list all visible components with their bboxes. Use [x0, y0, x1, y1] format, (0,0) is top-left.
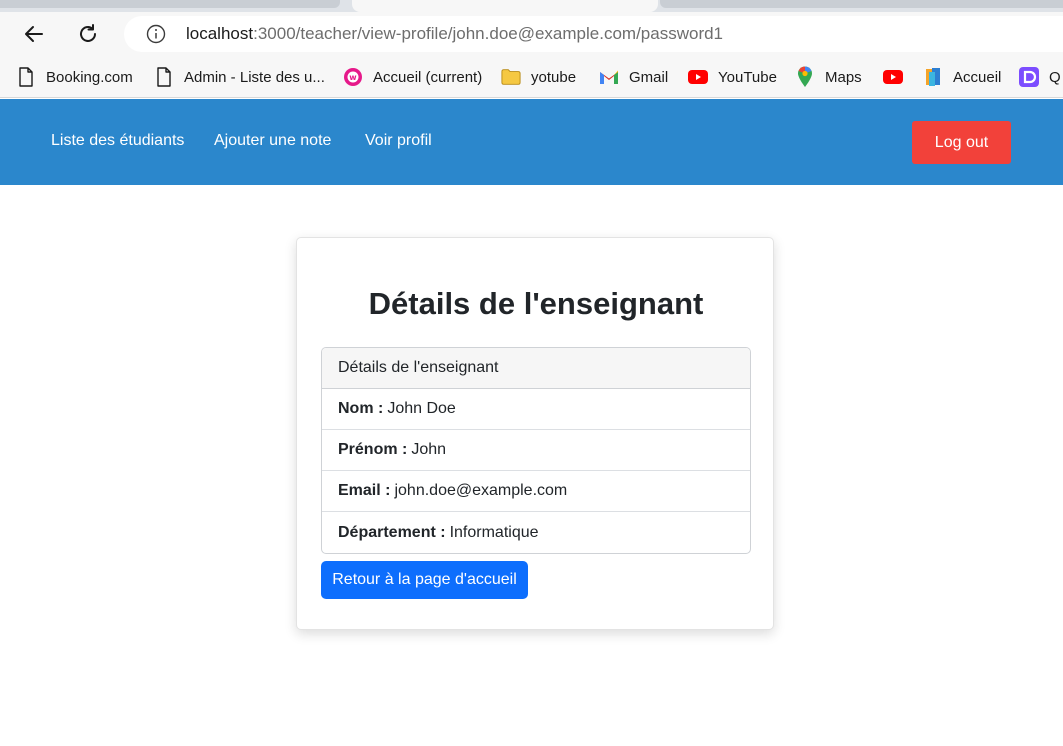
field-value: John Doe — [387, 400, 456, 417]
bookmark-accueil[interactable]: Accueil — [923, 66, 1001, 88]
youtube-icon — [688, 67, 708, 87]
bookmark-youtube[interactable]: YouTube — [688, 66, 777, 88]
field-label: Département : — [338, 523, 446, 541]
reload-icon — [80, 24, 96, 42]
bookmark-yotube[interactable]: yotube — [501, 66, 576, 88]
maps-icon — [795, 66, 815, 87]
youtube-icon — [883, 67, 903, 87]
browser-tab-active[interactable] — [352, 0, 658, 12]
browser-tab-strip — [0, 0, 1063, 12]
book-icon — [923, 67, 943, 87]
field-value: john.doe@example.com — [394, 482, 568, 499]
bookmark-label: Accueil (current) — [373, 68, 483, 86]
back-home-button[interactable]: Retour à la page d'accueil — [321, 561, 528, 599]
bookmark-admin[interactable]: Admin - Liste des u... — [154, 66, 325, 88]
bookmark-label: Admin - Liste des u... — [184, 68, 325, 86]
bookmark-label: Q — [1049, 68, 1061, 86]
svg-text:w: w — [349, 73, 357, 82]
bookmark-youtube-icon-only[interactable] — [883, 66, 913, 88]
app-icon — [1019, 67, 1039, 87]
field-value: John — [411, 441, 447, 458]
detail-row-nom: Nom : John Doe — [322, 389, 750, 430]
browser-toolbar: localhost:3000/teacher/view-profile/john… — [0, 12, 1063, 58]
bookmark-maps[interactable]: Maps — [795, 66, 862, 88]
page-icon — [16, 67, 36, 87]
info-icon[interactable] — [146, 24, 166, 44]
bookmark-q[interactable]: Q — [1019, 66, 1061, 88]
app-navbar: Liste des étudiants Ajouter une note Voi… — [0, 99, 1063, 185]
field-label: Email : — [338, 482, 391, 499]
gmail-icon — [599, 67, 619, 87]
page-icon — [154, 67, 174, 87]
bookmark-gmail[interactable]: Gmail — [599, 66, 668, 88]
bookmark-booking[interactable]: Booking.com — [16, 66, 133, 88]
arrow-left-icon — [25, 26, 43, 42]
field-label: Prénom : — [338, 441, 408, 458]
bookmark-accueil-current[interactable]: w Accueil (current) — [343, 66, 482, 88]
detail-row-email: Email : john.doe@example.com — [322, 471, 750, 512]
logout-button[interactable]: Log out — [912, 121, 1011, 164]
teacher-details-card: Détails de l'enseignant Détails de l'ens… — [296, 237, 774, 630]
nav-link-students[interactable]: Liste des étudiants — [51, 132, 184, 150]
reload-button[interactable] — [72, 18, 104, 50]
details-list: Détails de l'enseignant Nom : John Doe P… — [321, 347, 751, 554]
bookmark-label: Accueil — [953, 68, 1002, 86]
detail-row-prenom: Prénom : John — [322, 430, 750, 471]
field-label: Nom : — [338, 400, 384, 417]
bookmark-label: yotube — [531, 68, 577, 86]
address-bar[interactable]: localhost:3000/teacher/view-profile/john… — [124, 16, 1063, 52]
wamp-icon: w — [343, 67, 363, 87]
bookmark-label: YouTube — [718, 68, 777, 86]
page-title: Détails de l'enseignant — [368, 286, 704, 321]
url-host: localhost — [186, 24, 254, 43]
nav-link-add-grade[interactable]: Ajouter une note — [214, 132, 331, 150]
url-text[interactable]: localhost:3000/teacher/view-profile/john… — [186, 24, 723, 44]
list-header: Détails de l'enseignant — [322, 348, 750, 389]
back-button[interactable] — [18, 18, 50, 50]
browser-tab[interactable] — [660, 0, 1063, 8]
folder-icon — [501, 67, 521, 87]
bookmark-label: Gmail — [629, 68, 669, 86]
url-path: :3000/teacher/view-profile/john.doe@exam… — [253, 24, 724, 43]
bookmark-label: Maps — [825, 68, 862, 86]
nav-link-profile[interactable]: Voir profil — [365, 132, 432, 150]
bookmarks-bar: Booking.com Admin - Liste des u... w Acc… — [0, 58, 1063, 98]
detail-row-departement: Département : Informatique — [322, 512, 750, 553]
bookmark-label: Booking.com — [46, 68, 133, 86]
field-value: Informatique — [449, 523, 539, 541]
browser-tab[interactable] — [0, 0, 340, 8]
